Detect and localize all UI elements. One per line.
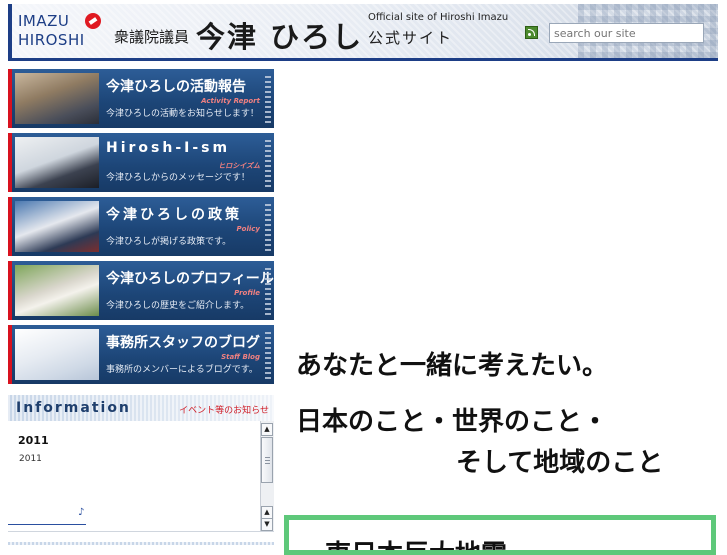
banner-subtitle: Policy	[236, 225, 260, 233]
banner-description: 今津ひろしの活動をお知らせします！	[106, 109, 259, 119]
information-header: Information イベント等のお知らせ	[8, 395, 274, 421]
official-site-en: Official site of Hiroshi Imazu	[368, 12, 509, 23]
rss-icon[interactable]	[525, 26, 538, 39]
scroll-down-icon[interactable]: ▼	[261, 518, 273, 531]
logo-text-line2: HIROSHI	[18, 31, 85, 49]
banner-photo	[15, 73, 99, 124]
site-logo[interactable]: IMAZU HIROSHI	[8, 4, 108, 58]
news-box[interactable]: 東日本巨大地震	[284, 515, 716, 555]
banner-photo	[15, 265, 99, 316]
banner-title: 今津ひろしの政策	[106, 207, 242, 223]
information-scrollbar[interactable]: ▲ ▲ ▼	[260, 421, 274, 531]
banner-subtitle: Activity Report	[201, 97, 260, 105]
information-title: Information	[16, 400, 131, 416]
main-copy-line2: 日本のこと・世界のこと・	[296, 407, 609, 437]
information-list[interactable]: 2011 2011 ♪ ▲ ▲ ▼	[8, 421, 274, 532]
information-entry[interactable]: 2011	[19, 454, 42, 464]
banner-title: 今津ひろしの活動報告	[106, 79, 246, 95]
banner-title: 今津ひろしのプロフィール	[106, 271, 274, 287]
scroll-up-icon[interactable]: ▲	[261, 423, 273, 436]
banner-title: Hirosh-I-sm	[106, 140, 231, 156]
main-copy-line3: そして地域のこと	[456, 448, 664, 478]
imazu-logo-icon	[85, 13, 101, 29]
banner-policy[interactable]: 今津ひろしの政策 Policy 今津ひろしが掲げる政策です。	[8, 197, 274, 256]
information-subtitle: イベント等のお知らせ	[179, 406, 269, 416]
banner-activity-report[interactable]: 今津ひろしの活動報告 Activity Report 今津ひろしの活動をお知らせ…	[8, 69, 274, 128]
banner-hiroshism[interactable]: Hirosh-I-sm ヒロシイズム 今津ひろしからのメッセージです！	[8, 133, 274, 192]
member-name: 今津 ひろし	[196, 20, 364, 54]
banner-subtitle: Staff Blog	[221, 353, 260, 361]
information-link[interactable]	[8, 516, 86, 525]
music-note-icon[interactable]: ♪	[78, 507, 84, 518]
banner-staff-blog[interactable]: 事務所スタッフのブログ Staff Blog 事務所のメンバーによるブログです。	[8, 325, 274, 384]
banner-description: 今津ひろしが掲げる政策です。	[106, 237, 232, 247]
banner-photo	[15, 201, 99, 252]
banner-description: 事務所のメンバーによるブログです。	[106, 365, 258, 375]
banner-photo	[15, 329, 99, 380]
main-copy-line1: あなたと一緒に考えたい。	[296, 351, 609, 381]
site-header: IMAZU HIROSHI 衆議院議員 今津 ひろし Official site…	[8, 4, 718, 61]
logo-text-line1: IMAZU	[18, 12, 70, 30]
scroll-thumb[interactable]	[261, 437, 273, 483]
banner-description: 今津ひろしからのメッセージです！	[106, 173, 250, 183]
banner-title: 事務所スタッフのブログ	[106, 335, 260, 351]
banner-description: 今津ひろしの歴史をご紹介します。	[106, 301, 250, 311]
search-input[interactable]	[549, 23, 704, 43]
information-year: 2011	[18, 434, 49, 447]
banner-photo	[15, 137, 99, 188]
official-site-ja: 公式サイト	[368, 29, 454, 47]
banner-profile[interactable]: 今津ひろしのプロフィール Profile 今津ひろしの歴史をご紹介します。	[8, 261, 274, 320]
banner-subtitle: Profile	[234, 289, 260, 297]
member-role: 衆議院議員	[114, 28, 190, 46]
